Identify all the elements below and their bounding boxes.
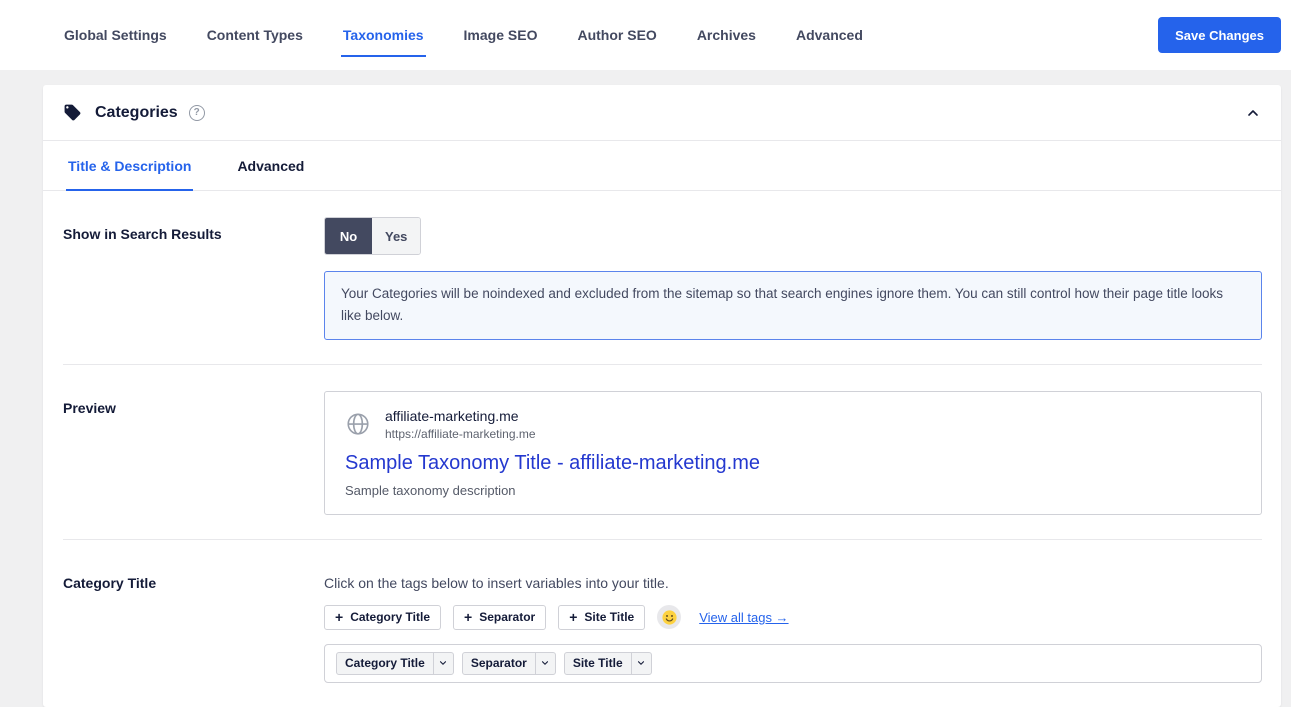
preview-title: Sample Taxonomy Title - affiliate-market… (345, 452, 1241, 475)
globe-icon (345, 411, 371, 437)
tab-advanced[interactable]: Advanced (794, 25, 865, 45)
plus-icon: + (569, 610, 577, 624)
show-in-search-results-label: Show in Search Results (63, 217, 324, 340)
serp-preview-box: affiliate-marketing.me https://affiliate… (324, 391, 1262, 515)
chevron-up-icon (1245, 105, 1261, 121)
categories-card: Categories ? Title & Description Advance… (43, 85, 1281, 707)
tab-image-seo[interactable]: Image SEO (462, 25, 540, 45)
plus-icon: + (335, 610, 343, 624)
tag-icon (63, 103, 82, 122)
collapse-card-button[interactable] (1245, 105, 1261, 121)
tag-buttons-row: + Category Title + Separator + Site Titl… (324, 605, 1262, 630)
tag-button-site-title[interactable]: + Site Title (558, 605, 645, 630)
tab-taxonomies[interactable]: Taxonomies (341, 25, 426, 45)
pill-label: Site Title (565, 653, 631, 674)
preview-url: https://affiliate-marketing.me (385, 427, 536, 441)
tab-author-seo[interactable]: Author SEO (575, 25, 658, 45)
title-pill-category-title[interactable]: Category Title (336, 652, 454, 675)
view-all-tags-link[interactable]: View all tags → (699, 610, 788, 625)
settings-tabs: Global Settings Content Types Taxonomies… (62, 0, 865, 70)
tab-archives[interactable]: Archives (695, 25, 758, 45)
tags-hint-text: Click on the tags below to insert variab… (324, 566, 1262, 591)
tag-button-category-title[interactable]: + Category Title (324, 605, 441, 630)
tab-content-types[interactable]: Content Types (205, 25, 305, 45)
category-title-label: Category Title (63, 566, 324, 683)
row-category-title: Category Title Click on the tags below t… (63, 540, 1262, 707)
tag-button-label: Separator (479, 610, 535, 624)
pill-label: Separator (463, 653, 535, 674)
card-subtabs: Title & Description Advanced (43, 141, 1281, 191)
chevron-down-icon[interactable] (433, 653, 453, 674)
smiley-icon (661, 609, 678, 626)
save-changes-button[interactable]: Save Changes (1158, 17, 1281, 53)
tab-global-settings[interactable]: Global Settings (62, 25, 169, 45)
preview-domain: affiliate-marketing.me (385, 408, 536, 424)
chevron-down-icon[interactable] (631, 653, 651, 674)
tag-button-separator[interactable]: + Separator (453, 605, 546, 630)
subtab-title-description[interactable]: Title & Description (66, 141, 193, 190)
emoji-picker-button[interactable] (657, 605, 681, 629)
card-header: Categories ? (43, 85, 1281, 141)
page: Global Settings Content Types Taxonomies… (0, 0, 1291, 707)
card-title: Categories (95, 104, 178, 122)
tag-button-label: Category Title (350, 610, 430, 624)
tag-button-label: Site Title (584, 610, 634, 624)
card-body: Show in Search Results No Yes Your Categ… (43, 191, 1281, 707)
toggle-yes-button[interactable]: Yes (372, 218, 420, 254)
row-show-in-search-results: Show in Search Results No Yes Your Categ… (63, 191, 1262, 365)
subtab-advanced[interactable]: Advanced (235, 141, 306, 190)
title-pill-site-title[interactable]: Site Title (564, 652, 652, 675)
title-format-input[interactable]: Category Title Separator S (324, 644, 1262, 683)
toggle-no-button[interactable]: No (325, 218, 372, 254)
chevron-down-icon[interactable] (535, 653, 555, 674)
noindex-info-box: Your Categories will be noindexed and ex… (324, 271, 1262, 340)
preview-label: Preview (63, 391, 324, 515)
help-icon[interactable]: ? (189, 105, 205, 121)
show-in-search-toggle: No Yes (324, 217, 421, 255)
title-pill-separator[interactable]: Separator (462, 652, 556, 675)
pill-label: Category Title (337, 653, 433, 674)
preview-description: Sample taxonomy description (345, 483, 1241, 498)
plus-icon: + (464, 610, 472, 624)
top-navigation: Global Settings Content Types Taxonomies… (0, 0, 1291, 70)
row-preview: Preview affilia (63, 365, 1262, 540)
